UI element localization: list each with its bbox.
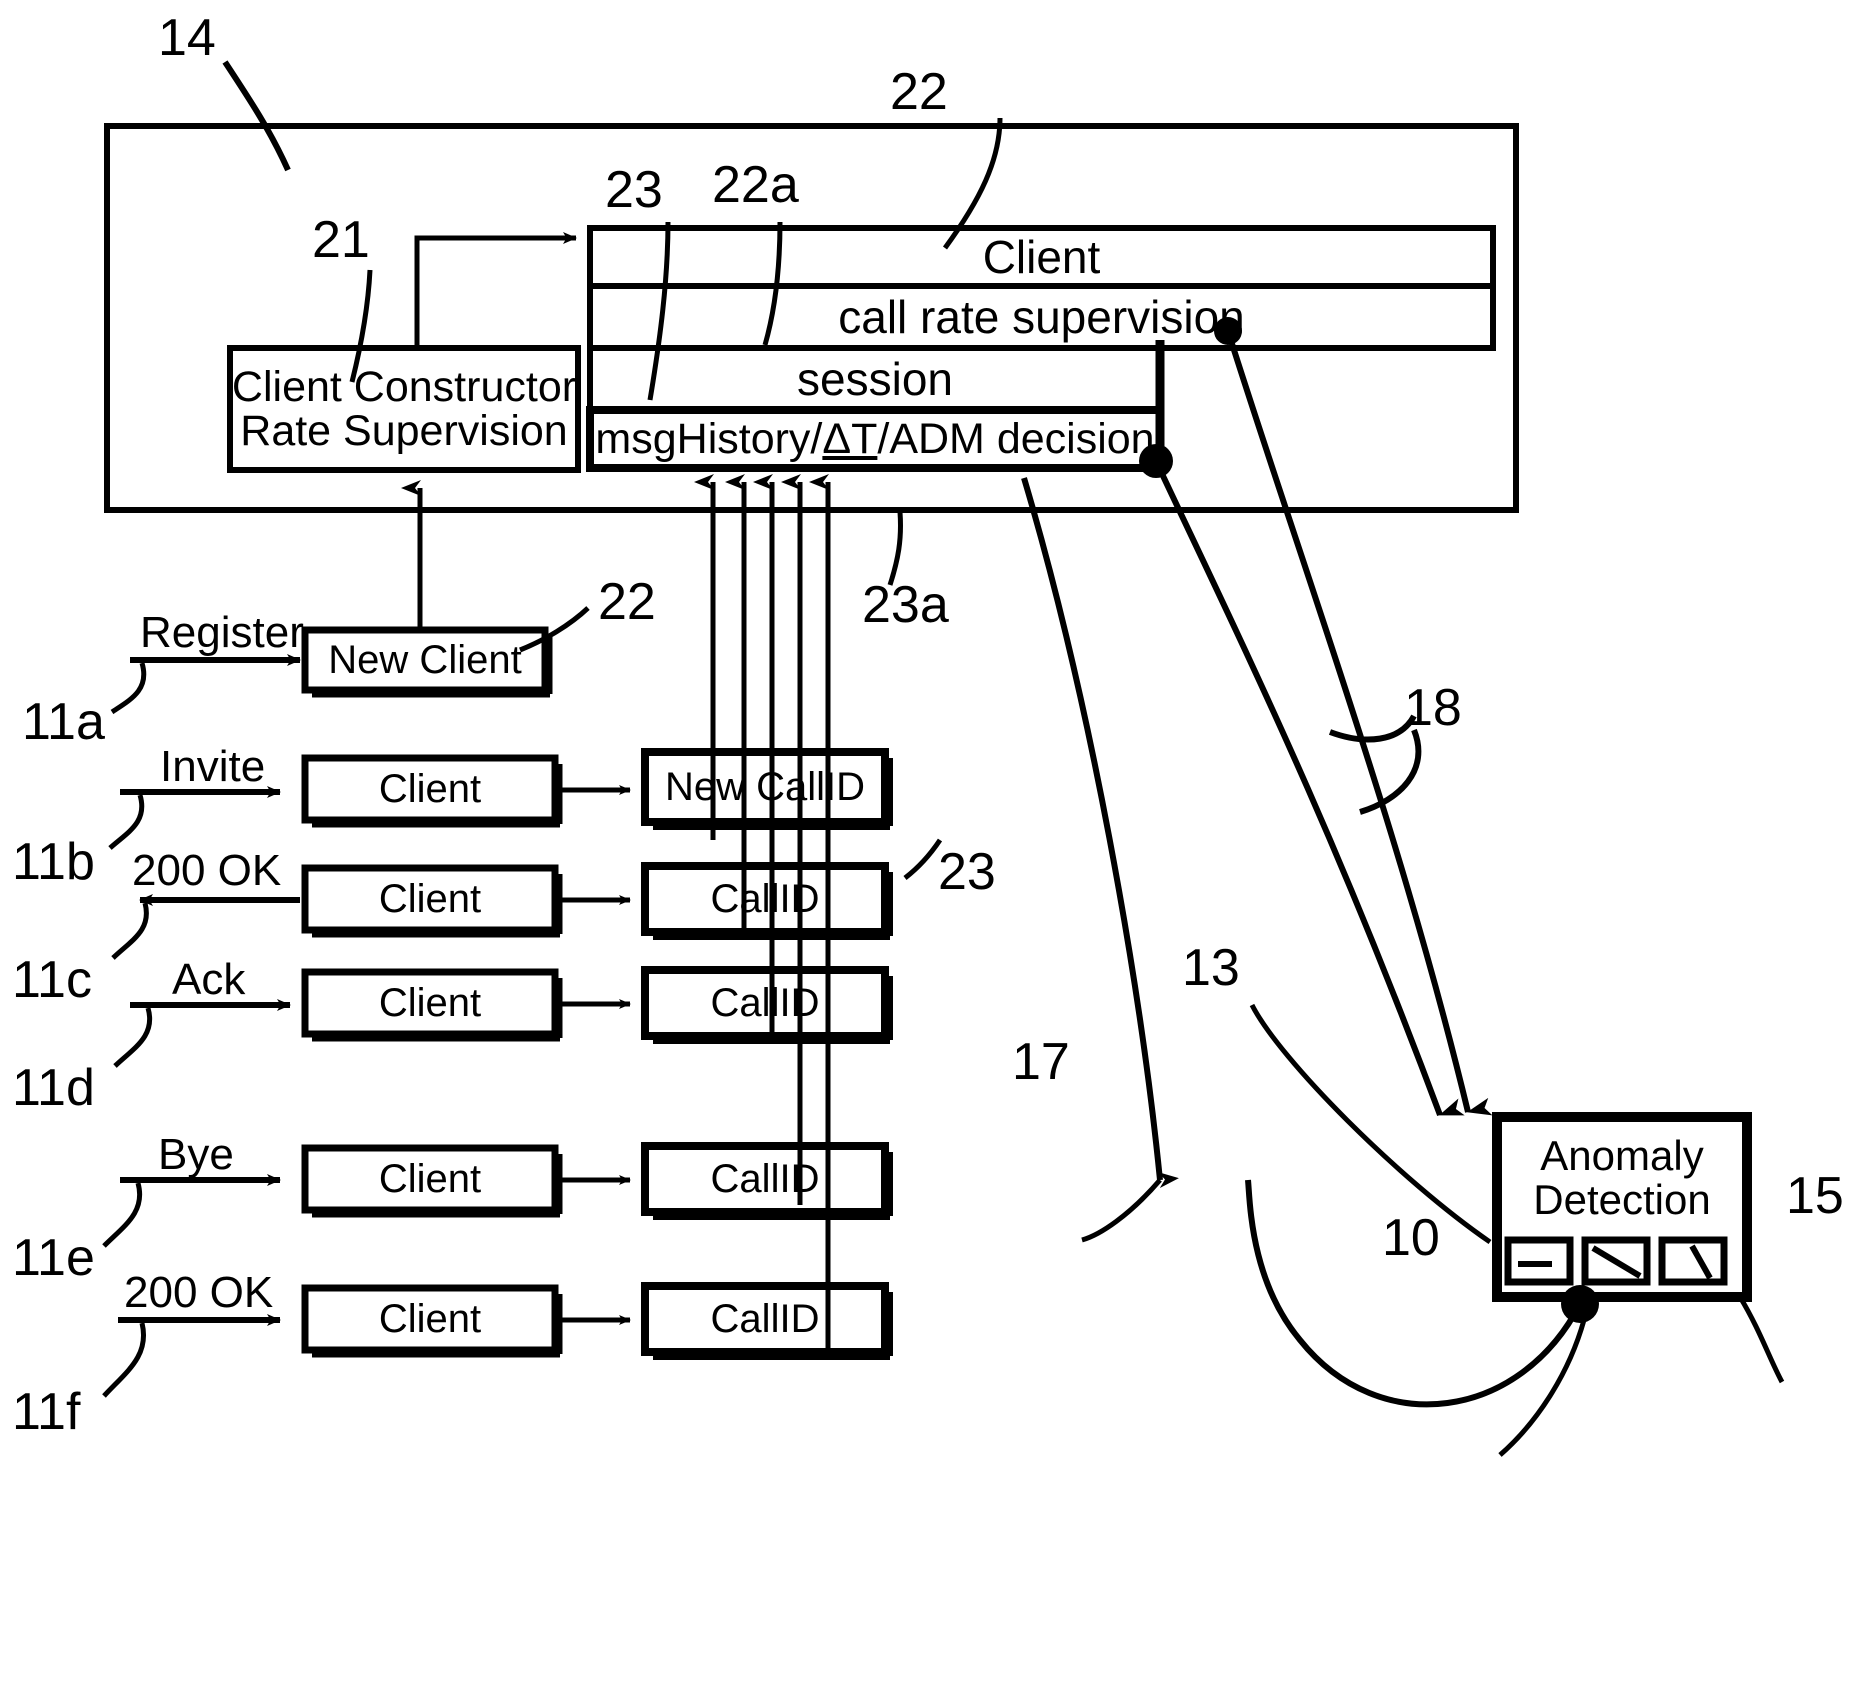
client-constructor-label: Client Constructor Rate Supervision [230,352,578,468]
leader-11e [102,1182,143,1248]
client-label-11f: Client [378,1296,482,1341]
anomaly-icon-2-glyph [1591,1245,1642,1279]
call-rate-supervision-label: call rate supervision [838,291,1245,343]
leader-14 [222,60,291,172]
msghistory-label-deltat: ΔT [822,414,878,463]
msghistory-label-post: /ADM decision [877,414,1155,463]
msghistory-to-anomaly-line [1153,459,1465,1117]
new-callid-label: New CallID [664,764,866,809]
ref-23-newcallid: 23 [938,843,996,901]
ref-11e: 11e [12,1229,95,1287]
ref-23-top: 23 [605,161,663,219]
client-label-11b: Client [378,766,482,811]
message-label-invite: Invite [160,742,266,791]
ref-22-newclient: 22 [598,573,656,631]
client-label-11d: Client [378,980,482,1025]
callid-label-11e: CallID [710,1156,820,1201]
callid-label-11f: CallID [710,1296,820,1341]
ref-11b: 11b [12,833,95,891]
ref-22-top: 22 [890,63,948,121]
new-client-label: New Client [328,637,522,682]
anomaly-detection-label: Anomaly Detection [1497,1122,1747,1234]
constructor-to-client-arrow [414,232,577,348]
client-label-11c: Client [378,876,482,921]
session-label: session [797,353,953,405]
ref-15: 15 [1786,1167,1844,1225]
message-label-200ok-1: 200 OK [132,846,282,895]
msghistory-label-pre: msgHistory/ [595,414,823,463]
client-row-label: Client [982,231,1101,283]
leader-11c [111,902,149,960]
client-constructor-line1: Client Constructor [231,363,577,412]
callid-label-11d: CallID [710,980,820,1025]
ref-18: 18 [1404,679,1462,737]
callid-label-11c: CallID [710,876,820,921]
anomaly-label-line2: Detection [1533,1176,1711,1223]
ref-11f: 11f [12,1383,81,1441]
ref-11d: 11d [12,1059,95,1117]
ref-23a: 23a [862,576,949,634]
message-label-register: Register [140,608,304,657]
ref-13: 13 [1182,939,1240,997]
ref-14: 14 [158,9,216,67]
message-label-bye: Bye [158,1130,234,1179]
msghistory-label: msgHistory/ΔT/ADM decision [590,410,1160,468]
leader-11b [108,794,145,850]
ref-17: 17 [1012,1033,1070,1091]
message-label-ack: Ack [172,955,246,1004]
leader-17-hook [1081,1178,1162,1243]
ref-21: 21 [312,211,370,269]
figure-canvas: 14 22 23 22a 21 23a 22 11a 23 11b 11c 11… [0,0,1851,1683]
client-constructor-line2: Rate Supervision [240,407,568,455]
ref-11c: 11c [12,951,92,1009]
anomaly-label-line1: Anomaly [1540,1131,1704,1179]
leader-11a [110,662,147,715]
ref-11a: 11a [22,693,105,751]
ref-10: 10 [1382,1209,1440,1267]
leader-11f [102,1322,146,1398]
ref-22a: 22a [712,156,799,214]
leader-23-newcallid [903,838,943,880]
client-label-11e: Client [378,1156,482,1201]
leader-13 [1249,1003,1492,1245]
anomaly-icon-3-glyph [1689,1244,1713,1280]
leader-15 [1737,1295,1785,1384]
leader-11d [113,1007,153,1068]
leader-18-brace-upper [1328,714,1417,743]
message-label-200ok-2: 200 OK [124,1268,274,1317]
leader-10 [1498,1319,1587,1457]
